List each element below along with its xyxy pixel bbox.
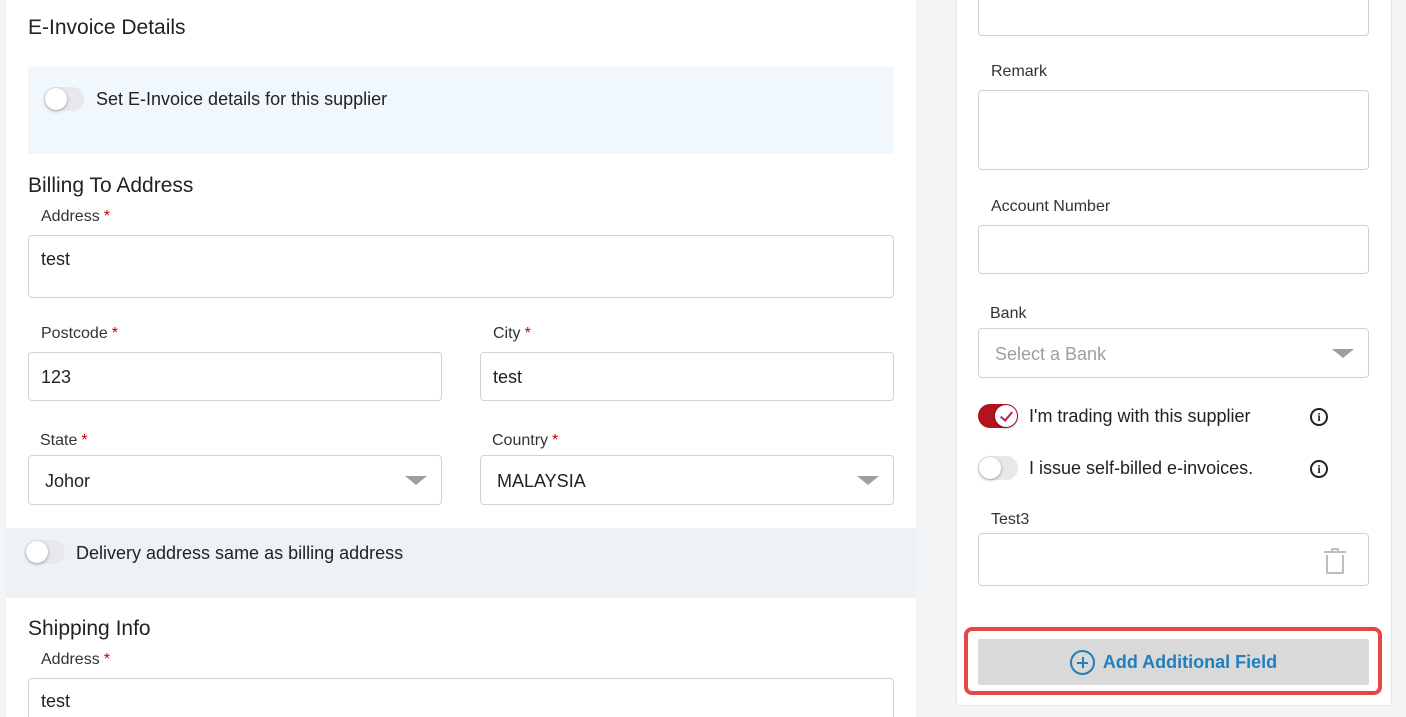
billing-section-title: Billing To Address [28,174,194,197]
einvoice-section-title: E-Invoice Details [28,16,186,39]
supplier-form-main: E-Invoice Details Set E-Invoice details … [6,0,916,717]
custom-field-label: Test3 [991,511,1030,528]
account-number-label: Account Number [991,198,1111,215]
delivery-address-band: Delivery address same as billing address [6,528,916,598]
postcode-input[interactable]: 123 [28,352,442,401]
billing-address-label: Address * [41,208,110,225]
delivery-same-label: Delivery address same as billing address [76,543,404,563]
add-additional-field-button[interactable]: Add Additional Field [978,639,1369,685]
einvoice-toggle-label: Set E-Invoice details for this supplier [96,89,388,109]
trash-icon[interactable] [1324,548,1346,574]
billing-address-input[interactable]: test [28,235,894,298]
check-icon [995,405,1017,427]
self-billed-toggle[interactable] [978,456,1018,480]
plus-circle-icon [1069,649,1095,675]
custom-field-input[interactable] [978,533,1369,586]
bank-select[interactable]: Select a Bank [978,328,1369,378]
einvoice-toggle[interactable] [44,87,84,111]
account-number-input[interactable] [978,225,1369,274]
self-billed-label: I issue self-billed e-invoices. [1029,458,1254,478]
country-select[interactable]: MALAYSIA [480,455,894,505]
top-side-input[interactable] [978,0,1369,36]
add-additional-field-label: Add Additional Field [1102,651,1278,672]
state-label: State * [40,432,88,449]
einvoice-settings-box: Set E-Invoice details for this supplier [28,67,894,154]
chevron-down-icon [857,476,879,485]
city-input[interactable]: test [480,352,894,401]
delivery-same-toggle[interactable] [25,540,65,564]
info-icon[interactable]: i [1310,460,1328,478]
shipping-section-title: Shipping Info [28,617,151,640]
trading-toggle[interactable] [978,404,1018,428]
postcode-label: Postcode * [41,325,118,342]
chevron-down-icon [1332,349,1354,358]
city-label: City * [493,325,531,342]
state-select[interactable]: Johor [28,455,442,505]
trading-label: I'm trading with this supplier [1029,406,1251,426]
info-icon[interactable]: i [1310,408,1328,426]
shipping-address-label: Address * [41,651,110,668]
remark-input[interactable] [978,90,1369,170]
remark-label: Remark [991,63,1048,80]
chevron-down-icon [405,476,427,485]
country-label: Country * [492,432,559,449]
shipping-address-input[interactable]: test [28,678,894,717]
bank-label: Bank [990,305,1027,322]
